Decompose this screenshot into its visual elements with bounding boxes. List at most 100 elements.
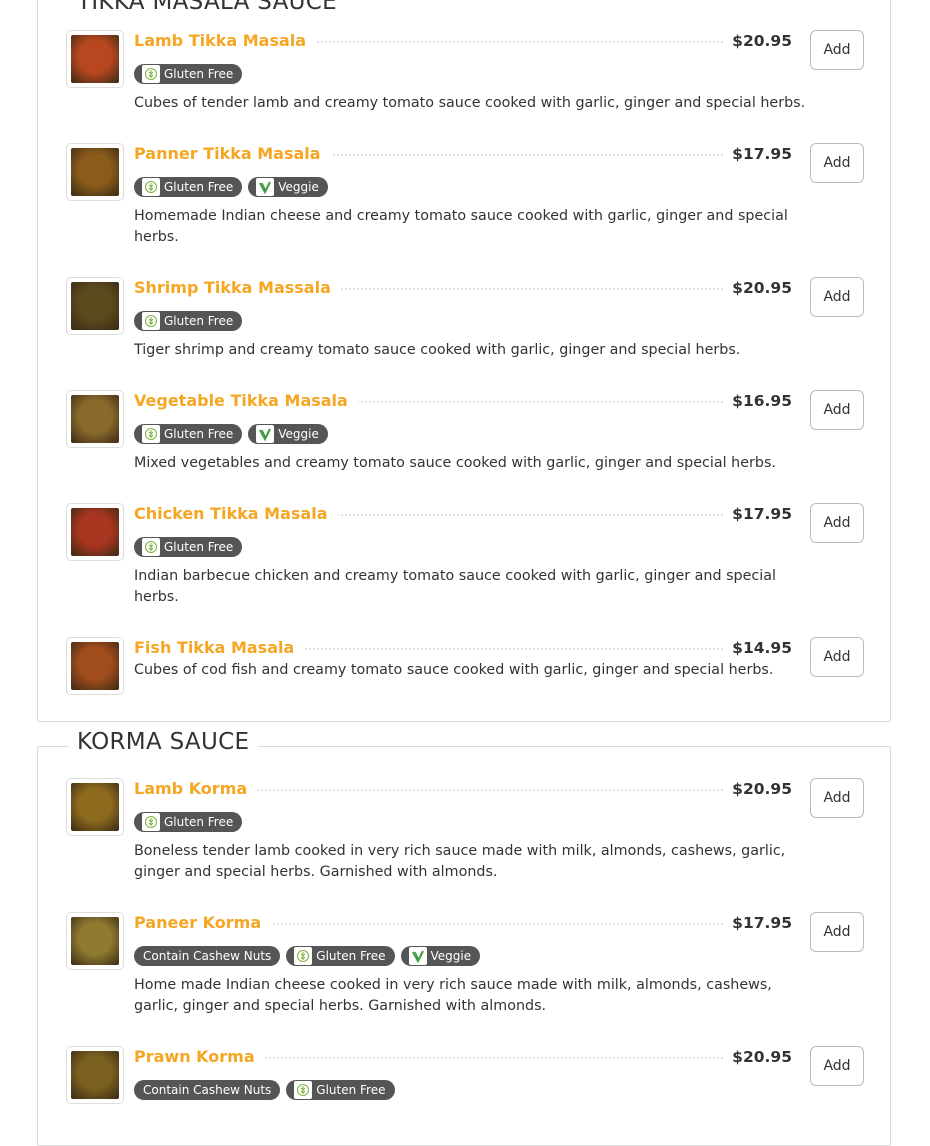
item-tags: Gluten Free Veggie — [134, 424, 328, 444]
item-name[interactable]: Lamb Tikka Masala — [134, 31, 317, 51]
diet-badge: Gluten Free — [286, 946, 395, 966]
gluten-free-icon — [142, 425, 160, 443]
item-name[interactable]: Paneer Korma — [134, 913, 272, 933]
item-price: $16.95 — [724, 391, 792, 411]
item-tags: Gluten Free — [134, 311, 243, 331]
item-description: Cubes of tender lamb and creamy tomato s… — [134, 95, 806, 111]
item-tags: Contain Cashew Nuts Gluten Free — [134, 1080, 395, 1100]
gluten-free-icon — [294, 1081, 313, 1099]
menu-item: Shrimp Tikka Massala $20.95 Add Gluten Free… — [66, 277, 864, 358]
diet-badge: Veggie — [248, 424, 328, 444]
item-description: Tiger shrimp and creamy tomato sauce coo… — [134, 342, 741, 358]
diet-badge: Gluten Free — [286, 1080, 395, 1100]
diet-badge: Gluten Free — [134, 177, 243, 197]
item-tags: Gluten Free — [134, 64, 243, 84]
item-thumbnail[interactable] — [66, 390, 124, 448]
item-thumbnail[interactable] — [66, 143, 124, 201]
add-button[interactable]: Add — [810, 637, 864, 677]
food-image — [71, 395, 119, 443]
food-image — [71, 508, 119, 556]
item-price: $17.95 — [724, 504, 792, 524]
diet-badge: Contain Cashew Nuts — [134, 1080, 281, 1100]
item-thumbnail[interactable] — [66, 503, 124, 561]
veggie-icon — [408, 947, 427, 965]
diet-badge: Veggie — [400, 946, 481, 966]
add-button[interactable]: Add — [810, 1046, 864, 1086]
diet-badge-label: Gluten Free — [164, 540, 234, 554]
food-image — [71, 282, 119, 330]
diet-badge-label: Gluten Free — [164, 180, 234, 194]
diet-badge-label: Veggie — [430, 949, 472, 963]
menu-item: Fish Tikka Masala $14.95 Add Cubes of cod f… — [66, 637, 864, 697]
item-thumbnail[interactable] — [66, 30, 124, 88]
item-thumbnail[interactable] — [66, 637, 124, 695]
diet-badge-label: Contain Cashew Nuts — [143, 1083, 272, 1097]
item-thumbnail[interactable] — [66, 277, 124, 335]
menu-item: Vegetable Tikka Masala $16.95 Add Gluten Fr… — [66, 390, 864, 471]
gluten-free-icon — [142, 178, 160, 196]
add-button[interactable]: Add — [810, 912, 864, 952]
diet-badge-label: Gluten Free — [316, 949, 386, 963]
item-name[interactable]: Chicken Tikka Masala — [134, 504, 338, 524]
item-price: $17.95 — [724, 913, 792, 933]
section-title: KORMA SAUCE — [68, 729, 259, 755]
diet-badge: Gluten Free — [134, 311, 243, 331]
item-price: $14.95 — [724, 638, 792, 658]
menu-item: Lamb Tikka Masala $20.95 Add Gluten Free Cub… — [66, 30, 864, 111]
item-description: Indian barbecue chicken and creamy tomat… — [134, 568, 776, 605]
gluten-free-icon — [294, 947, 313, 965]
menu-item: Chicken Tikka Masala $17.95 Add Gluten Free… — [66, 503, 864, 605]
item-description: Mixed vegetables and creamy tomato sauce… — [134, 455, 776, 471]
gluten-free-icon — [142, 538, 160, 556]
diet-badge-label: Veggie — [278, 180, 319, 194]
add-button[interactable]: Add — [810, 143, 864, 183]
veggie-icon — [256, 425, 275, 443]
add-button[interactable]: Add — [810, 503, 864, 543]
item-name[interactable]: Lamb Korma — [134, 779, 258, 799]
menu-item: Prawn Korma $20.95 Add Contain Cashew Nuts G… — [66, 1046, 864, 1106]
add-button[interactable]: Add — [810, 390, 864, 430]
item-thumbnail[interactable] — [66, 912, 124, 970]
item-tags: Gluten Free Veggie — [134, 177, 328, 197]
item-name[interactable]: Prawn Korma — [134, 1047, 265, 1067]
item-description: Homemade Indian cheese and creamy tomato… — [134, 208, 788, 245]
item-price: $20.95 — [724, 31, 792, 51]
diet-badge: Gluten Free — [134, 812, 243, 832]
diet-badge: Gluten Free — [134, 64, 243, 84]
diet-badge: Gluten Free — [134, 537, 243, 557]
gluten-free-icon — [142, 813, 160, 831]
item-description: Cubes of cod fish and creamy tomato sauc… — [134, 662, 774, 678]
item-tags: Gluten Free — [134, 537, 243, 557]
item-thumbnail[interactable] — [66, 1046, 124, 1104]
diet-badge-label: Gluten Free — [316, 1083, 386, 1097]
item-thumbnail[interactable] — [66, 778, 124, 836]
item-price: $20.95 — [724, 1047, 792, 1067]
food-image — [71, 642, 119, 690]
item-name[interactable]: Vegetable Tikka Masala — [134, 391, 358, 411]
food-image — [71, 783, 119, 831]
item-tags: Contain Cashew Nuts Gluten Free Veggie — [134, 946, 481, 966]
diet-badge-label: Contain Cashew Nuts — [143, 949, 272, 963]
section-title: TIKKA MASALA SAUCE — [68, 0, 346, 15]
add-button[interactable]: Add — [810, 277, 864, 317]
diet-badge: Veggie — [248, 177, 328, 197]
item-description: Home made Indian cheese cooked in very r… — [134, 977, 772, 1014]
diet-badge: Gluten Free — [134, 424, 243, 444]
item-tags: Gluten Free — [134, 812, 243, 832]
item-description: Boneless tender lamb cooked in very rich… — [134, 843, 786, 880]
add-button[interactable]: Add — [810, 30, 864, 70]
diet-badge-label: Gluten Free — [164, 427, 234, 441]
diet-badge-label: Veggie — [278, 427, 319, 441]
item-name[interactable]: Fish Tikka Masala — [134, 638, 305, 658]
food-image — [71, 1051, 119, 1099]
item-price: $20.95 — [724, 779, 792, 799]
diet-badge-label: Gluten Free — [164, 314, 234, 328]
item-name[interactable]: Panner Tikka Masala — [134, 144, 331, 164]
add-button[interactable]: Add — [810, 778, 864, 818]
item-name[interactable]: Shrimp Tikka Massala — [134, 278, 341, 298]
diet-badge-label: Gluten Free — [164, 815, 234, 829]
food-image — [71, 917, 119, 965]
food-image — [71, 148, 119, 196]
menu-item: Panner Tikka Masala $17.95 Add Gluten Free V… — [66, 143, 864, 245]
food-image — [71, 35, 119, 83]
